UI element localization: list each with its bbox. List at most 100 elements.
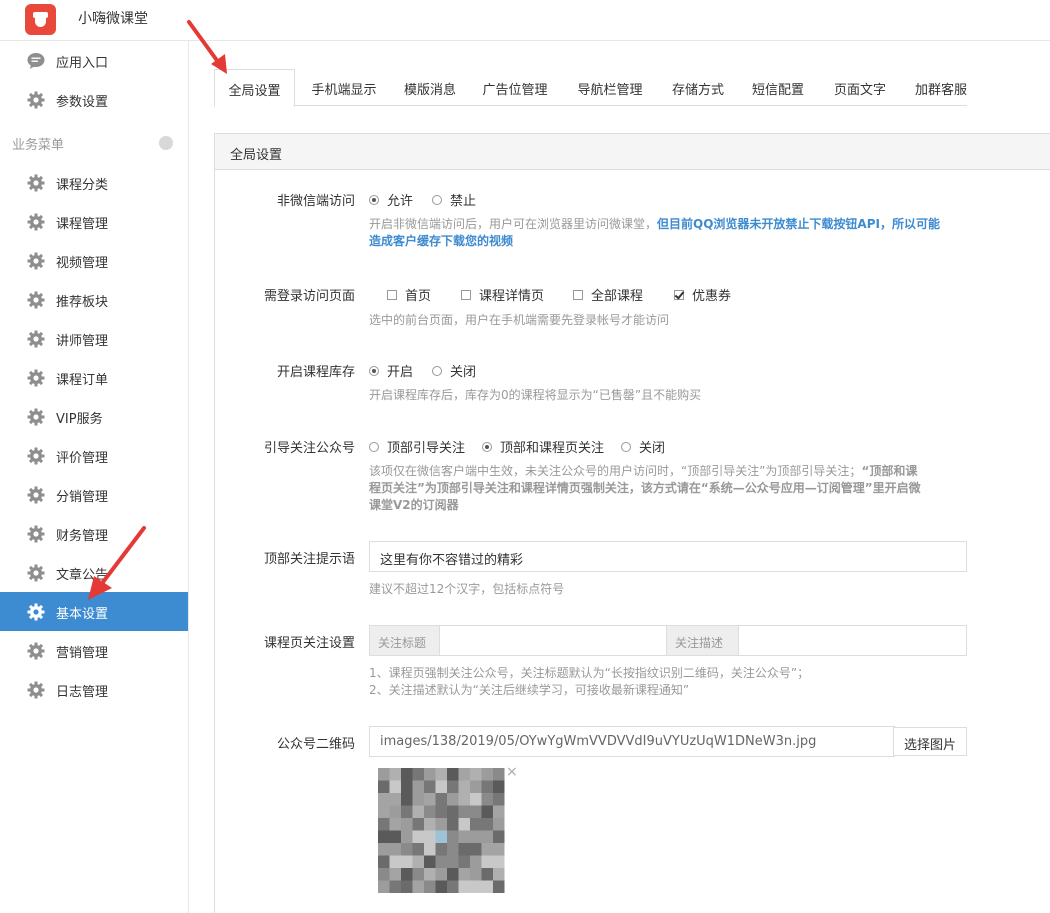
tab-label: 短信配置: [751, 83, 804, 98]
global-settings-panel: 全局设置: [214, 133, 1050, 913]
app-title: 小嗨微课堂: [78, 11, 148, 27]
sidebar-item-marketing-management[interactable]: 营销管理: [0, 631, 188, 670]
help-text: 2、关注描述默认为“关注后继续学习，可接收最新课程通知”: [369, 683, 690, 697]
pick-image-button[interactable]: 选择图片: [893, 727, 967, 756]
tab-label: 存储方式: [671, 83, 724, 98]
stock-label: 开启课程库存: [276, 365, 355, 380]
radio-label: 允许: [387, 194, 414, 209]
gear-icon: [27, 330, 45, 348]
gear-icon: [27, 525, 45, 543]
checkbox-coupon[interactable]: 优惠券: [674, 285, 731, 304]
help-bold: 课堂V2的订阅器: [369, 498, 459, 512]
follow-desc-input[interactable]: [738, 625, 967, 656]
sidebar-item-course-category[interactable]: 课程分类: [0, 163, 188, 202]
radio-follow-off[interactable]: 关闭: [621, 437, 665, 456]
qrcode-path-input[interactable]: images/138/2019/05/OYwYgWmVVDVVdI9uVYUzU…: [369, 726, 895, 757]
tab-label: 页面文字: [833, 83, 886, 98]
sidebar-item-app-entry[interactable]: 应用入口: [0, 41, 188, 80]
gear-icon: [27, 486, 45, 504]
remove-image-icon[interactable]: ×: [506, 764, 518, 780]
checkbox-all-courses[interactable]: 全部课程: [573, 285, 643, 304]
gear-icon: [27, 213, 45, 231]
settings-tabs: 全局设置 手机端显示 模版消息 广告位管理 导航栏管理 存储方式 短信配置 页面…: [214, 69, 967, 107]
sidebar-item-params[interactable]: 参数设置: [0, 80, 188, 119]
radio-label: 禁止: [450, 194, 477, 209]
top-tip-input[interactable]: 这里有你不容错过的精彩: [369, 541, 967, 572]
follow-label: 引导关注公众号: [263, 441, 355, 456]
checkbox-course-detail[interactable]: 课程详情页: [461, 285, 544, 304]
radio-label: 开启: [387, 365, 414, 380]
course-follow-help: 1、课程页强制关注公众号，关注标题默认为“长按指纹识别二维码，关注公众号”； 2…: [369, 665, 969, 699]
sidebar-item-distribution-management[interactable]: 分销管理: [0, 475, 188, 514]
gear-icon: [27, 252, 45, 270]
qrcode-label: 公众号二维码: [276, 737, 355, 752]
sidebar-item-label: 讲师管理: [56, 334, 109, 349]
tab-group-service[interactable]: 加群客服: [910, 69, 972, 106]
radio-circle-icon: [369, 365, 379, 376]
tab-template-messages[interactable]: 模版消息: [395, 69, 465, 106]
gear-icon: [27, 642, 45, 660]
radio-circle-icon: [369, 194, 379, 205]
sidebar-item-course-management[interactable]: 课程管理: [0, 202, 188, 241]
checkbox-icon: [461, 289, 471, 300]
tab-page-text[interactable]: 页面文字: [829, 69, 891, 106]
sidebar-item-label: 参数设置: [56, 95, 109, 110]
radio-follow-top-course[interactable]: 顶部和课程页关注: [482, 437, 604, 456]
sidebar-item-label: VIP服务: [56, 412, 103, 427]
panel-header: 全局设置: [215, 134, 1050, 170]
tab-ad-management[interactable]: 广告位管理: [480, 69, 550, 106]
sidebar: 应用入口 参数设置 业务菜单 课程分类课程管理视频管理 推荐板块讲师管理课程订单 V…: [0, 41, 189, 913]
follow-title-addon: 关注标题: [369, 625, 440, 656]
radio-label: 关闭: [450, 365, 477, 380]
top-header: 小嗨微课堂: [0, 0, 1050, 41]
sidebar-item-recommend-section[interactable]: 推荐板块: [0, 280, 188, 319]
sidebar-item-label: 课程分类: [56, 178, 109, 193]
radio-forbid[interactable]: 禁止: [432, 190, 476, 209]
radio-stock-off[interactable]: 关闭: [432, 361, 476, 380]
sidebar-item-video-management[interactable]: 视频管理: [0, 241, 188, 280]
gear-icon: [27, 91, 45, 109]
sidebar-item-review-management[interactable]: 评价管理: [0, 436, 188, 475]
tab-label: 广告位管理: [482, 83, 548, 98]
login-pages-label: 需登录访问页面: [263, 289, 355, 304]
top-tip-label: 顶部关注提示语: [263, 552, 355, 567]
radio-follow-top[interactable]: 顶部引导关注: [369, 437, 465, 456]
app-logo-icon[interactable]: [25, 4, 56, 35]
checkbox-icon: [573, 289, 583, 300]
collapse-toggle-icon[interactable]: [159, 136, 173, 150]
sidebar-group-header[interactable]: 业务菜单: [0, 123, 188, 161]
sidebar-item-course-orders[interactable]: 课程订单: [0, 358, 188, 397]
checkbox-home[interactable]: 首页: [387, 285, 431, 304]
help-warning: 造成客户缓存下载您的视频: [369, 234, 514, 248]
qrcode-preview-image: [368, 762, 510, 898]
radio-label: 顶部引导关注: [387, 441, 466, 456]
non-wechat-help: 开启非微信端访问后，用户可在浏览器里访问微课堂，但目前QQ浏览器未开放禁止下载按…: [369, 216, 989, 250]
gear-icon: [27, 564, 45, 582]
sidebar-item-label: 评价管理: [56, 451, 109, 466]
help-text: 该项仅在微信客户端中生效，未关注公众号的用户访问时，“顶部引导关注”为顶部引导关…: [369, 464, 862, 478]
tab-label: 全局设置: [228, 84, 281, 99]
sidebar-item-vip-service[interactable]: VIP服务: [0, 397, 188, 436]
sidebar-item-label: 分销管理: [56, 490, 109, 505]
follow-title-input[interactable]: [439, 625, 667, 656]
gear-icon: [27, 408, 45, 426]
tab-storage[interactable]: 存储方式: [667, 69, 729, 106]
stock-help: 开启课程库存后，库存为0的课程将显示为“已售罄”且不能购买: [369, 388, 702, 402]
radio-stock-on[interactable]: 开启: [369, 361, 413, 380]
tab-sms-config[interactable]: 短信配置: [747, 69, 809, 106]
top-tip-help: 建议不超过12个汉字，包括标点符号: [369, 582, 565, 596]
sidebar-item-label: 课程管理: [56, 217, 109, 232]
sidebar-group-label: 业务菜单: [12, 138, 65, 153]
tab-mobile-display[interactable]: 手机端显示: [304, 69, 384, 106]
help-text: 1、课程页强制关注公众号，关注标题默认为“长按指纹识别二维码，关注公众号”；: [369, 666, 810, 680]
non-wechat-label: 非微信端访问: [276, 194, 355, 209]
help-bold: “顶部和课: [861, 464, 918, 478]
sidebar-item-teacher-management[interactable]: 讲师管理: [0, 319, 188, 358]
course-follow-label: 课程页关注设置: [263, 636, 355, 651]
sidebar-item-log-management[interactable]: 日志管理: [0, 670, 188, 709]
tab-nav-management[interactable]: 导航栏管理: [575, 69, 645, 106]
radio-allow[interactable]: 允许: [369, 190, 413, 209]
help-bold: 程页关注”为顶部引导关注和课程详情页强制关注，该方式请在“系统—公众号应用—订阅…: [369, 481, 921, 495]
follow-help: 该项仅在微信客户端中生效，未关注公众号的用户访问时，“顶部引导关注”为顶部引导关…: [369, 463, 979, 514]
checkbox-label: 优惠券: [692, 289, 732, 304]
